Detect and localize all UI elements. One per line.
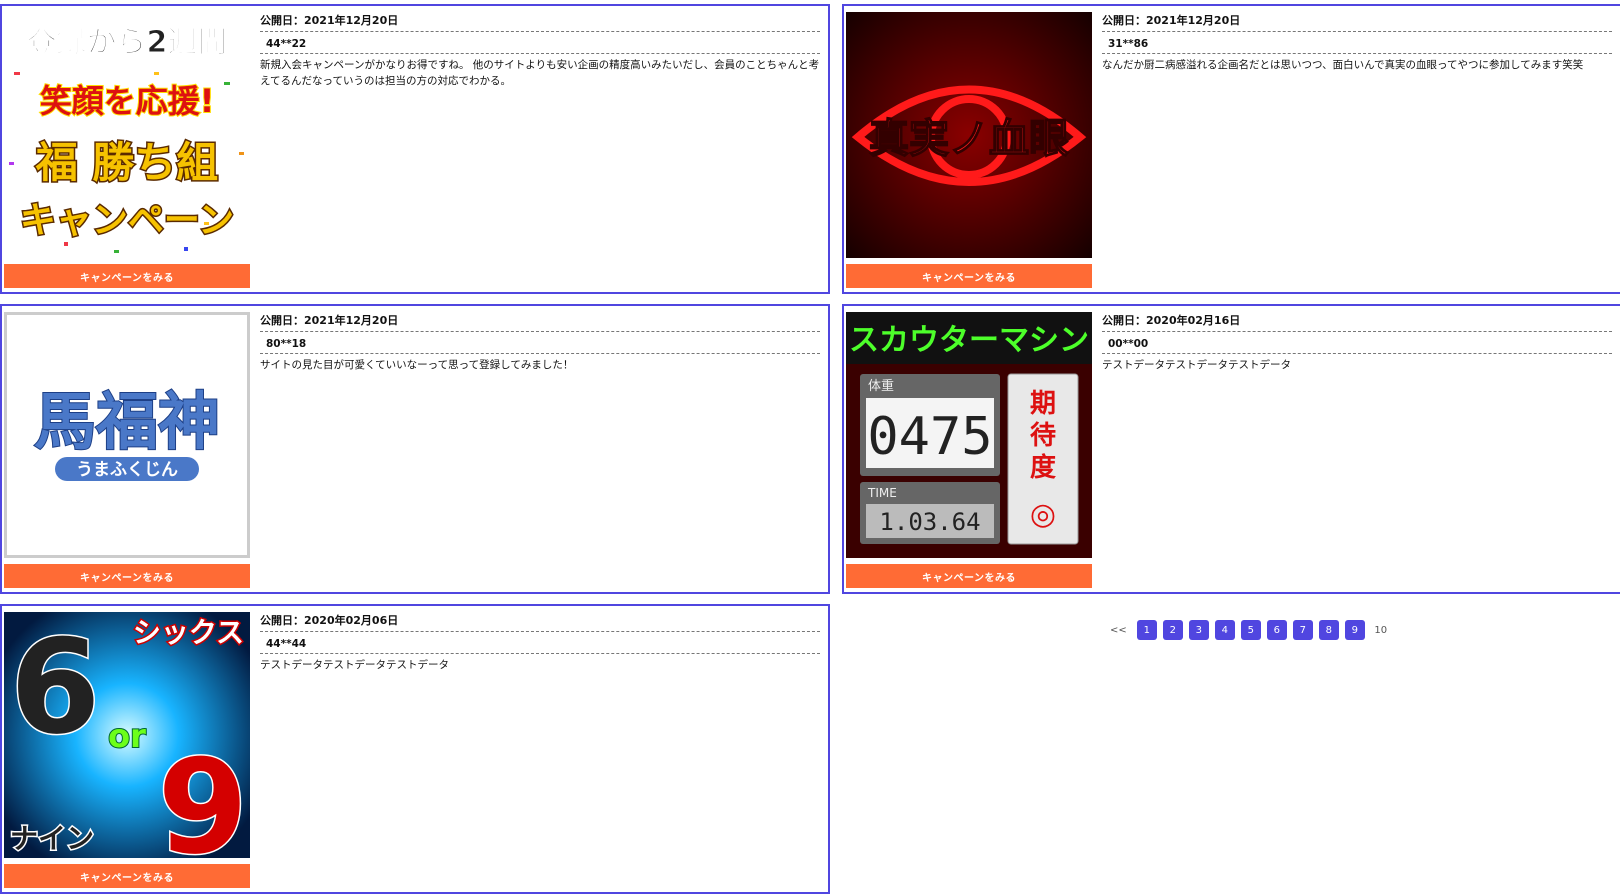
user-id: 31**86: [1102, 32, 1612, 54]
thumb-title: 真実ノ血眼: [869, 116, 1069, 162]
card-meta: 公開日：2021年12月20日 31**86 なんだか厨二病感溢れる企画名だとは…: [1102, 12, 1612, 73]
campaign-card: 真実ノ血眼 キャンペーンをみる 公開日：2021年12月20日 31**86 な…: [842, 4, 1620, 294]
view-campaign-button[interactable]: キャンペーンをみる: [4, 864, 250, 888]
review-comment: サイトの見た目が可愛くていいなーって思って登録してみました！: [260, 359, 574, 371]
pagination-page-8[interactable]: 8: [1318, 620, 1339, 640]
pagination-page-6[interactable]: 6: [1266, 620, 1287, 640]
sub-text: ナイン: [10, 822, 94, 855]
card-meta: 公開日：2021年12月20日 44**22 新規入会キャンペーンがかなりお得で…: [260, 12, 820, 89]
card-meta: 公開日：2020年02月16日 00**00 テストデータテストデータテストデー…: [1102, 312, 1612, 373]
pagination-page-1[interactable]: 1: [1136, 620, 1157, 640]
view-campaign-button[interactable]: キャンペーンをみる: [4, 564, 250, 588]
campaign-card: シックス 6 or 9 ナイン キャンペーンをみる 公開日：2020年02月06…: [0, 604, 830, 894]
thumb-subtitle: うまふくじん: [76, 460, 178, 480]
campaign-image-six-or-nine: シックス 6 or 9 ナイン: [4, 612, 250, 858]
publish-date: 公開日：2021年12月20日: [1102, 12, 1612, 32]
card-meta: 公開日：2021年12月20日 80**18 サイトの見た目が可愛くていいなーっ…: [260, 312, 820, 373]
thumb-title: スカウターマシン: [849, 323, 1089, 358]
campaign-image-fukukachigumi: 登録から2週間 笑顔を応援! 福 勝ち組 キャンペーン: [4, 12, 250, 258]
nine-numeral: 9: [158, 731, 248, 858]
thumb-line-3: 福 勝ち組: [35, 138, 219, 187]
campaign-card: 登録から2週間 笑顔を応援! 福 勝ち組 キャンペーン キャンペーンをみる 公開…: [0, 4, 830, 294]
pagination-page-2[interactable]: 2: [1162, 620, 1183, 640]
weight-value: 0475: [867, 407, 992, 467]
publish-date: 公開日：2020年02月06日: [260, 612, 820, 632]
pagination-prev[interactable]: <<: [1110, 625, 1127, 636]
pagination-current-page: 10: [1374, 624, 1388, 636]
campaign-card: スカウターマシン 体重 0475 TIME 1.03.64 期待度 ◎ キャンペ…: [842, 304, 1620, 594]
campaign-thumbnail[interactable]: 登録から2週間 笑顔を応援! 福 勝ち組 キャンペーン: [4, 12, 250, 258]
label-weight: 体重: [868, 378, 894, 394]
publish-date: 公開日：2021年12月20日: [260, 12, 820, 32]
publish-date: 公開日：2020年02月16日: [1102, 312, 1612, 332]
pagination-page-5[interactable]: 5: [1240, 620, 1261, 640]
user-id: 00**00: [1102, 332, 1612, 354]
user-id: 44**22: [260, 32, 820, 54]
campaign-card: 馬福神 うまふくじん キャンペーンをみる 公開日：2021年12月20日 80*…: [0, 304, 830, 594]
user-id: 44**44: [260, 632, 820, 654]
card-meta: 公開日：2020年02月06日 44**44 テストデータテストデータテストデー…: [260, 612, 820, 673]
thumb-line-1: 登録から2週間: [26, 25, 228, 60]
thumb-title: 馬福神: [34, 385, 220, 458]
time-value: 1.03.64: [879, 508, 980, 536]
review-comment: テストデータテストデータテストデータ: [260, 659, 449, 671]
pagination-page-4[interactable]: 4: [1214, 620, 1235, 640]
view-campaign-button[interactable]: キャンペーンをみる: [846, 564, 1092, 588]
expect-label: 期待度: [1030, 389, 1056, 483]
label-time: TIME: [867, 486, 897, 500]
campaign-image-shinjitsu-no-chimanako: 真実ノ血眼: [846, 12, 1092, 258]
view-campaign-button[interactable]: キャンペーンをみる: [846, 264, 1092, 288]
publish-date: 公開日：2021年12月20日: [260, 312, 820, 332]
review-comment: 新規入会キャンペーンがかなりお得ですね。 他のサイトよりも安い企画の精度高いみた…: [260, 59, 820, 87]
pagination-page-3[interactable]: 3: [1188, 620, 1209, 640]
campaign-image-scouter-machine: スカウターマシン 体重 0475 TIME 1.03.64 期待度 ◎: [846, 312, 1092, 558]
thumb-title: シックス: [133, 616, 244, 649]
user-id: 80**18: [260, 332, 820, 354]
thumb-line-2: 笑顔を応援!: [40, 82, 215, 120]
review-comment: なんだか厨二病感溢れる企画名だとは思いつつ、面白いんで真実の血眼ってやつに参加し…: [1102, 59, 1584, 71]
pagination-page-7[interactable]: 7: [1292, 620, 1313, 640]
campaign-thumbnail[interactable]: 馬福神 うまふくじん: [4, 312, 250, 558]
campaign-thumbnail[interactable]: スカウターマシン 体重 0475 TIME 1.03.64 期待度 ◎: [846, 312, 1092, 558]
expect-mark: ◎: [1030, 497, 1056, 532]
pagination: << 1 2 3 4 5 6 7 8 9 10: [1110, 620, 1391, 640]
campaign-image-umafukujin: 馬福神 うまふくじん: [7, 315, 247, 555]
campaign-thumbnail[interactable]: シックス 6 or 9 ナイン: [4, 612, 250, 858]
or-text: or: [108, 717, 146, 755]
six-numeral: 6: [10, 612, 100, 763]
view-campaign-button[interactable]: キャンペーンをみる: [4, 264, 250, 288]
campaign-thumbnail[interactable]: 真実ノ血眼: [846, 12, 1092, 258]
thumb-line-4: キャンペーン: [20, 200, 234, 241]
pagination-page-9[interactable]: 9: [1344, 620, 1365, 640]
review-comment: テストデータテストデータテストデータ: [1102, 359, 1291, 371]
